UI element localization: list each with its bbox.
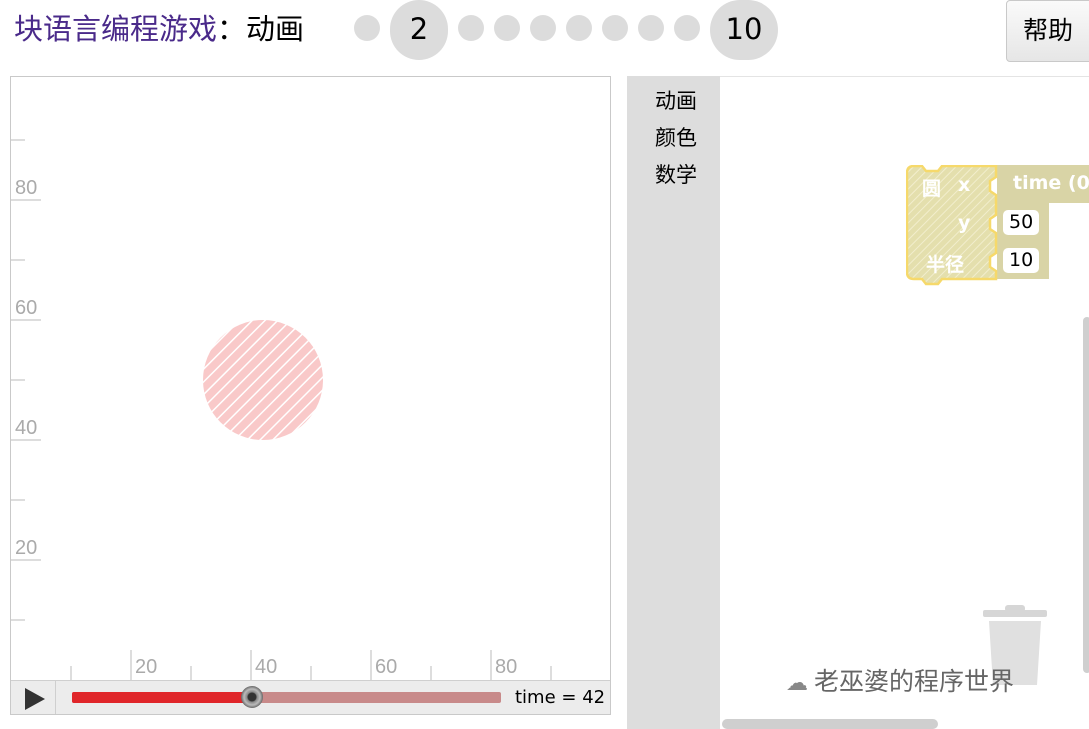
level-6-dot[interactable] (566, 15, 592, 41)
y-axis: 20 40 60 80 (11, 139, 41, 621)
y-tick-label-80: 80 (15, 177, 37, 199)
play-button[interactable] (11, 681, 56, 714)
app-title: 块语言编程游戏：动画 (14, 8, 304, 50)
app-root: 块语言编程游戏：动画 2 10 帮助 20 40 60 80 20 40 60 … (0, 0, 1089, 729)
level-name: 动画 (246, 12, 305, 46)
level-8-dot[interactable] (638, 15, 664, 41)
animated-circle (203, 320, 323, 440)
category-color[interactable]: 颜色 (655, 120, 697, 156)
help-button[interactable]: 帮助 (1006, 0, 1089, 62)
time-block-label: time (0→ (1013, 172, 1089, 194)
y-param-label: y (958, 212, 971, 234)
wechat-icon: ☁ (786, 671, 808, 696)
y-tick-label-20: 20 (15, 537, 37, 559)
playback-controls: time = 42 (11, 680, 610, 714)
level-10-button[interactable]: 10 (710, 0, 778, 60)
category-animation[interactable]: 动画 (655, 83, 697, 119)
x-tick-label-60: 60 (375, 656, 397, 678)
x-tick-label-20: 20 (135, 656, 157, 678)
x-tick-label-80: 80 (495, 656, 517, 678)
level-1-dot[interactable] (354, 15, 380, 41)
block-toolbox: 动画 颜色 数学 (627, 76, 720, 729)
watermark: ☁ 老巫婆的程序世界 (786, 662, 1014, 698)
y-tick-label-40: 40 (15, 417, 37, 439)
circle-block-name: 圆 (922, 178, 942, 200)
radius-number-field[interactable]: 10 (1003, 248, 1040, 273)
workspace-vertical-scrollbar[interactable] (1083, 317, 1089, 673)
time-value-block[interactable]: time (0→ (997, 165, 1089, 203)
level-2-button[interactable]: 2 (390, 0, 448, 60)
display-canvas: 20 40 60 80 20 40 60 80 (11, 139, 552, 680)
y-value-block[interactable]: 50 (997, 203, 1049, 241)
time-slider-handle[interactable] (241, 686, 264, 708)
game-title: 块语言编程游戏 (14, 12, 218, 46)
workspace-horizontal-scrollbar[interactable] (722, 719, 938, 729)
radius-value-block[interactable]: 10 (997, 241, 1049, 279)
y-number-field[interactable]: 50 (1003, 210, 1040, 235)
title-separator: ： (217, 12, 247, 46)
level-5-dot[interactable] (530, 15, 556, 41)
block-workspace[interactable]: time (0→ 50 10 圆 x y 半径 (720, 76, 1089, 729)
level-3-dot[interactable] (458, 15, 484, 41)
level-4-dot[interactable] (494, 15, 520, 41)
radius-param-label: 半径 (926, 254, 965, 276)
x-axis: 20 40 60 80 (70, 650, 552, 680)
time-slider[interactable] (72, 686, 501, 708)
animation-display: 20 40 60 80 20 40 60 80 time = 42 (10, 76, 611, 715)
level-7-dot[interactable] (602, 15, 628, 41)
y-tick-label-60: 60 (15, 297, 37, 319)
category-math[interactable]: 数学 (655, 157, 697, 193)
x-tick-label-40: 40 (255, 656, 277, 678)
x-param-label: x (958, 174, 971, 196)
watermark-text: 老巫婆的程序世界 (814, 667, 1015, 696)
time-readout: time = 42 (515, 687, 606, 708)
time-slider-progress (72, 692, 253, 703)
level-9-dot[interactable] (674, 15, 700, 41)
circle-block[interactable]: 圆 x y 半径 (906, 165, 998, 286)
